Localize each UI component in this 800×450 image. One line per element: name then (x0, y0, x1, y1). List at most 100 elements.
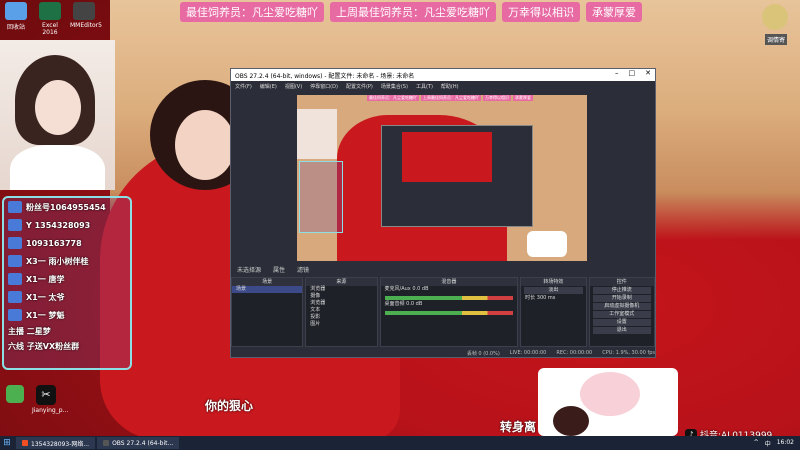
rank-badge-icon (8, 273, 22, 285)
menu-view[interactable]: 视图(V) (285, 83, 302, 90)
virtual-camera-button[interactable]: 启动虚拟摄像机 (592, 303, 651, 310)
menu-tools[interactable]: 工具(T) (416, 83, 433, 90)
source-item[interactable]: 投影 (306, 314, 376, 321)
capcut-label: Jianying_p... (32, 407, 69, 414)
obs-titlebar[interactable]: OBS 27.2.4 (64-bit, windows) - 配置文件: 未命名… (231, 69, 655, 81)
desktop-icon-editor[interactable]: MMEditor5 (70, 2, 102, 36)
ranking-row: X1一 梦魁 (4, 306, 130, 324)
ranking-label: 粉丝号1064955454 (26, 202, 106, 212)
preview-webcam (297, 109, 337, 159)
close-icon[interactable]: ✕ (645, 69, 651, 77)
source-item[interactable]: 浏览器 (306, 286, 376, 293)
scene-item[interactable]: 场景 (232, 286, 303, 293)
ranking-row: 1093163778 (4, 234, 130, 252)
tiktok-watermark: ♪ 抖音:AL0113999 (685, 428, 772, 436)
transition-select[interactable]: 淡出 (524, 287, 583, 294)
ranking-footer-group: 六线 子送VX粉丝群 (8, 342, 80, 351)
menu-profile[interactable]: 配置文件(P) (346, 83, 373, 90)
streamer-logo-icon (762, 4, 788, 30)
ranking-row: Y 1354328093 (4, 216, 130, 234)
rank-badge-icon (8, 291, 22, 303)
webcam-face (35, 80, 81, 135)
menu-file[interactable]: 文件(F) (235, 83, 252, 90)
transition-dock: 转场特效 淡出 时长 300 ms (520, 277, 587, 347)
obs-statusbar: 丢帧 0 (0.0%) LIVE: 00:00:00 REC: 00:00:00… (231, 349, 661, 357)
status-cpu: CPU: 1.9%, 30.00 fps (602, 350, 655, 356)
mixer-title: 混音器 (380, 278, 518, 286)
desktop-icon-excel[interactable]: Excel 2016 (36, 2, 64, 36)
track-db: 0.0 dB (406, 301, 423, 307)
ranking-label: X1一 太爷 (26, 292, 65, 302)
source-item[interactable]: 浏览器 (306, 300, 376, 307)
start-recording-button[interactable]: 开始录制 (592, 295, 651, 302)
figure-face (175, 110, 235, 180)
cup-icon (553, 406, 589, 436)
duration-value[interactable]: 300 ms (537, 295, 556, 301)
obs-icon (103, 440, 110, 446)
scenes-title: 场景 (232, 278, 303, 286)
exit-button[interactable]: 退出 (592, 327, 651, 334)
tiktok-id: 抖音:AL0113999 (700, 431, 773, 436)
ranking-row: X3一 雨小树伴桂 (4, 252, 130, 270)
preview-banner: 上周最佳饲养员：凡尘爱吃糖吖 (421, 95, 481, 101)
banner-strip: 最佳饲养员：凡尘爱吃糖吖 上周最佳饲养员：凡尘爱吃糖吖 万幸得以相识 承蒙厚爱 (180, 2, 642, 22)
rank-badge-icon (8, 309, 22, 321)
preview-nested-obs (381, 125, 533, 227)
ranking-label: X1一 唐学 (26, 274, 65, 284)
nested-preview (402, 132, 492, 182)
obs-menubar: 文件(F) 编辑(E) 视图(V) 停靠窗口(D) 配置文件(P) 场景集合(S… (231, 81, 655, 91)
stop-streaming-button[interactable]: 停止推流 (592, 287, 651, 294)
source-item[interactable]: 文本 (306, 307, 376, 314)
status-rec: REC: 00:00:00 (556, 350, 593, 356)
wechat-icon[interactable] (6, 385, 24, 403)
recycle-bin-icon (5, 2, 27, 20)
volume-meter[interactable] (384, 311, 514, 315)
taskbar-app-browser[interactable]: 1354328093-网络... (16, 437, 96, 449)
menu-help[interactable]: 帮助(H) (441, 83, 459, 90)
input-method[interactable]: 中 (765, 439, 771, 448)
desktop-icon-recycle-bin[interactable]: 回收站 (2, 2, 30, 36)
menu-docks[interactable]: 停靠窗口(D) (310, 83, 338, 90)
banner-best-keeper: 最佳饲养员：凡尘爱吃糖吖 (180, 2, 324, 22)
ranking-label: X1一 梦魁 (26, 310, 65, 320)
track-db: 0.0 dB (412, 286, 429, 292)
duration-label: 时长 (525, 295, 536, 301)
menu-scene-collection[interactable]: 场景集合(S) (381, 83, 408, 90)
banner-last-week: 上周最佳饲养员：凡尘爱吃糖吖 (330, 2, 496, 22)
sources-dock: 来源 浏览器 摄像 浏览器 文本 投影 图片 (305, 277, 378, 347)
maximize-icon[interactable]: □ (629, 69, 636, 77)
status-live: LIVE: 00:00:00 (509, 350, 547, 356)
capcut-icon[interactable]: ✂ (36, 385, 56, 405)
properties-button[interactable]: 属性 (273, 265, 285, 274)
transition-title: 转场特效 (521, 278, 586, 286)
track-name: 桌面音频 (384, 301, 405, 307)
studio-mode-button[interactable]: 工作室模式 (592, 311, 651, 318)
volume-meter[interactable] (384, 296, 514, 300)
windows-start-icon[interactable]: ⊞ (0, 436, 14, 450)
taskbar-app-label: 1354328093-网络... (31, 440, 90, 448)
tray-expand-icon[interactable]: ^ (754, 439, 759, 448)
clock[interactable]: 16:02 (777, 439, 794, 448)
logo-caption: 调情寄 (765, 34, 788, 45)
ranking-label: 1093163778 (26, 238, 82, 248)
rank-badge-icon (8, 237, 22, 249)
menu-edit[interactable]: 编辑(E) (260, 83, 277, 90)
source-item[interactable]: 摄像 (306, 293, 376, 300)
desktop-icon-label: 回收站 (6, 24, 25, 31)
obs-window[interactable]: OBS 27.2.4 (64-bit, windows) - 配置文件: 未命名… (230, 68, 656, 358)
ranking-row: X1一 太爷 (4, 288, 130, 306)
source-item[interactable]: 图片 (306, 321, 376, 328)
lyric-right: 转身离 (500, 420, 537, 434)
minimize-icon[interactable]: – (615, 69, 619, 77)
mixer-track: 麦克风/Aux 0.0 dB (381, 286, 518, 293)
ranking-label: X3一 雨小树伴桂 (26, 256, 89, 266)
filters-button[interactable]: 滤镜 (297, 265, 309, 274)
taskbar-app-obs[interactable]: OBS 27.2.4 (64-bit... (97, 437, 180, 449)
obs-preview[interactable]: 最佳饲养员：凡尘爱吃糖吖 上周最佳饲养员：凡尘爱吃糖吖 万幸得以相识 承蒙厚爱 (297, 95, 587, 261)
taskbar: ⊞ 1354328093-网络... OBS 27.2.4 (64-bit...… (0, 436, 800, 450)
preview-banner: 最佳饲养员：凡尘爱吃糖吖 (367, 95, 419, 101)
desktop: 回收站 Excel 2016 MMEditor5 最佳饲养员：凡尘爱吃糖吖 上周… (0, 0, 800, 436)
settings-button[interactable]: 设置 (592, 319, 651, 326)
rank-badge-icon (8, 219, 22, 231)
track-name: 麦克风/Aux (384, 286, 411, 292)
